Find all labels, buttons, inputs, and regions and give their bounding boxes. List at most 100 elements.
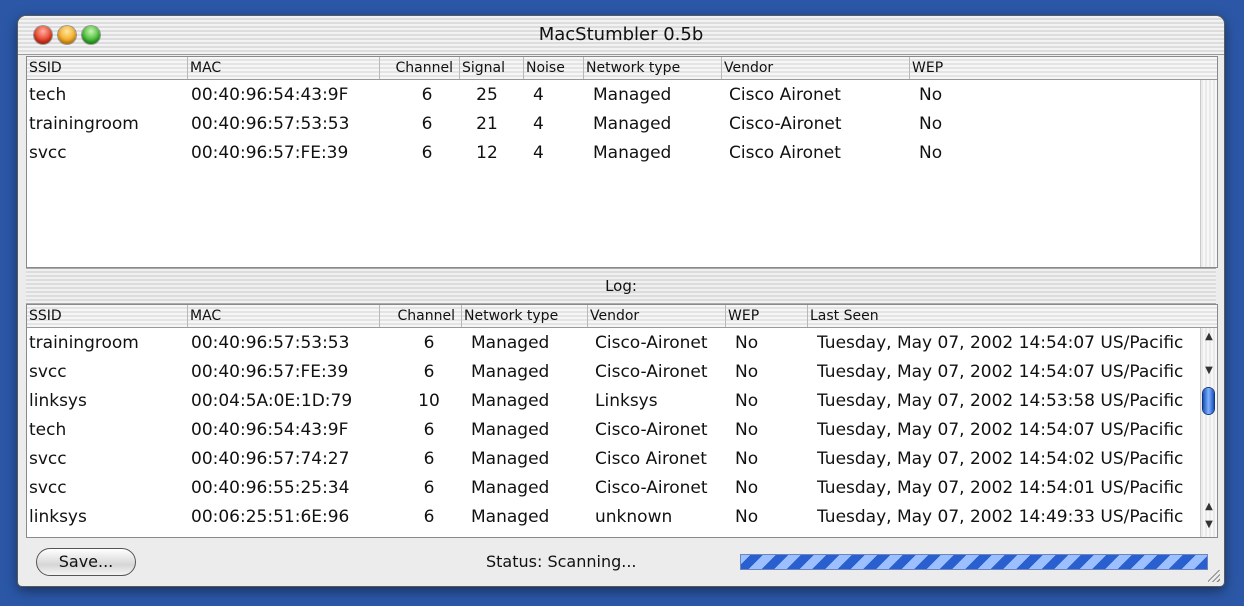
log-cell-network-type: Managed	[471, 391, 550, 411]
col-signal[interactable]: Signal	[459, 57, 524, 79]
status-text: Status: Scanning...	[486, 552, 637, 571]
log-cell-ssid: tech	[29, 420, 67, 440]
log-cell-channel: 6	[423, 362, 435, 382]
log-cell-last-seen: Tuesday, May 07, 2002 14:54:07 US/Pacifi…	[817, 362, 1184, 382]
network-cell-wep: No	[919, 143, 943, 163]
log-cell-last-seen: Tuesday, May 07, 2002 14:53:58 US/Pacifi…	[817, 391, 1184, 411]
log-cell-wep: No	[735, 420, 759, 440]
log-cell-vendor: Cisco Aironet	[595, 449, 707, 469]
log-cell-ssid: trainingroom	[29, 333, 139, 353]
network-row[interactable]: tech 00:40:96:54:43:9F 6 25 4 Managed Cisco Ai…	[27, 81, 1199, 110]
network-cell-channel: 6	[421, 85, 433, 105]
log-cell-wep: No	[735, 449, 759, 469]
log-row[interactable]: svcc 00:40:96:57:74:27 6 Managed Cisco Airon…	[27, 445, 1199, 474]
networks-table-header: SSID MAC Channel Signal Noise Network ty…	[27, 57, 1217, 80]
network-cell-network-type: Managed	[593, 85, 672, 105]
log-cell-ssid: svcc	[29, 362, 67, 382]
log-cell-vendor: Cisco-Aironet	[595, 362, 708, 382]
network-cell-mac: 00:40:96:57:FE:39	[191, 143, 349, 163]
log-cell-ssid: svcc	[29, 449, 67, 469]
log-cell-vendor: Cisco-Aironet	[595, 420, 708, 440]
network-cell-network-type: Managed	[593, 114, 672, 134]
network-cell-wep: No	[919, 114, 943, 134]
col-mac[interactable]: MAC	[187, 305, 380, 327]
log-cell-vendor: Linksys	[595, 391, 658, 411]
log-row[interactable]: trainingroom 00:40:96:57:53:53 6 Managed Cis…	[27, 329, 1199, 358]
network-cell-signal: 25	[476, 85, 498, 105]
log-cell-wep: No	[735, 333, 759, 353]
log-cell-network-type: Managed	[471, 478, 550, 498]
log-cell-mac: 00:40:96:57:74:27	[191, 449, 350, 469]
log-cell-vendor: Cisco-Aironet	[595, 478, 708, 498]
log-cell-vendor: Cisco-Aironet	[595, 333, 708, 353]
col-wep[interactable]: WEP	[725, 305, 808, 327]
col-ssid[interactable]: SSID	[27, 57, 187, 79]
window-title: MacStumbler 0.5b	[538, 24, 704, 45]
col-channel[interactable]: Channel	[379, 305, 459, 327]
log-label: Log:	[605, 277, 637, 295]
network-cell-noise: 4	[533, 114, 544, 134]
network-cell-vendor: Cisco-Aironet	[729, 114, 842, 134]
log-cell-channel: 6	[423, 507, 435, 527]
log-cell-last-seen: Tuesday, May 07, 2002 14:54:02 US/Pacifi…	[817, 449, 1184, 469]
log-row[interactable]: linksys 00:06:25:51:6E:96 6 Managed unknown N…	[27, 503, 1199, 532]
resize-grip-icon[interactable]	[1208, 570, 1220, 582]
log-scrollbar-thumb[interactable]	[1203, 388, 1214, 414]
log-cell-network-type: Managed	[471, 507, 550, 527]
log-cell-network-type: Managed	[471, 333, 550, 353]
network-cell-signal: 21	[476, 114, 498, 134]
col-noise[interactable]: Noise	[523, 57, 584, 79]
network-row[interactable]: trainingroom 00:40:96:57:53:53 6 21 4 Managed…	[27, 110, 1199, 139]
network-cell-ssid: trainingroom	[29, 114, 139, 134]
col-ssid[interactable]: SSID	[27, 305, 187, 327]
log-cell-last-seen: Tuesday, May 07, 2002 14:54:01 US/Pacifi…	[817, 478, 1184, 498]
log-cell-last-seen: Tuesday, May 07, 2002 14:54:07 US/Pacifi…	[817, 333, 1184, 353]
log-row[interactable]: tech 00:40:96:54:43:9F 6 Managed Cisco-Airon…	[27, 416, 1199, 445]
log-row[interactable]: svcc 00:40:96:55:25:34 6 Managed Cisco-Airon…	[27, 474, 1199, 503]
log-cell-mac: 00:40:96:57:53:53	[191, 333, 350, 353]
log-cell-mac: 00:40:96:57:FE:39	[191, 362, 349, 382]
scroll-up-arrow-icon[interactable]: ▲	[1201, 500, 1217, 514]
scroll-up-arrow-icon[interactable]: ▲	[1201, 330, 1217, 344]
save-button[interactable]: Save...	[36, 548, 136, 576]
log-cell-last-seen: Tuesday, May 07, 2002 14:49:33 US/Pacifi…	[817, 507, 1184, 527]
col-vendor[interactable]: Vendor	[721, 57, 910, 79]
col-network-type[interactable]: Network type	[583, 57, 722, 79]
network-cell-network-type: Managed	[593, 143, 672, 163]
scroll-down-arrow-icon[interactable]: ▼	[1201, 364, 1217, 378]
log-row[interactable]: svcc 00:40:96:57:FE:39 6 Managed Cisco-Airon…	[27, 358, 1199, 387]
log-cell-mac: 00:06:25:51:6E:96	[191, 507, 350, 527]
col-network-type[interactable]: Network type	[461, 305, 588, 327]
log-cell-ssid: linksys	[29, 507, 87, 527]
network-row[interactable]: svcc 00:40:96:57:FE:39 6 12 4 Managed Cisco Ai…	[27, 139, 1199, 168]
title-bar[interactable]: MacStumbler 0.5b	[18, 16, 1224, 55]
network-cell-mac: 00:40:96:54:43:9F	[191, 85, 349, 105]
network-cell-channel: 6	[421, 114, 433, 134]
col-vendor[interactable]: Vendor	[587, 305, 726, 327]
log-cell-wep: No	[735, 507, 759, 527]
log-table[interactable]: SSID MAC Channel Network type Vendor WEP…	[26, 304, 1218, 538]
col-channel[interactable]: Channel	[379, 57, 457, 79]
log-table-header: SSID MAC Channel Network type Vendor WEP…	[27, 305, 1217, 328]
scroll-down-arrow-icon[interactable]: ▼	[1201, 518, 1217, 532]
network-cell-wep: No	[919, 85, 943, 105]
log-scrollbar[interactable]: ▲ ▼ ▲ ▼	[1200, 328, 1217, 537]
network-cell-noise: 4	[533, 143, 544, 163]
log-cell-channel: 6	[423, 420, 435, 440]
col-last-seen[interactable]: Last Seen	[807, 305, 1210, 327]
network-cell-vendor: Cisco Aironet	[729, 85, 841, 105]
log-splitter[interactable]: Log:	[26, 268, 1216, 304]
log-row[interactable]: linksys 00:04:5A:0E:1D:79 10 Managed Linksys…	[27, 387, 1199, 416]
scan-progress-fill	[741, 555, 1207, 569]
log-cell-channel: 6	[423, 478, 435, 498]
log-cell-network-type: Managed	[471, 420, 550, 440]
network-cell-ssid: svcc	[29, 143, 67, 163]
networks-table[interactable]: SSID MAC Channel Signal Noise Network ty…	[26, 56, 1218, 268]
log-cell-vendor: unknown	[595, 507, 673, 527]
log-cell-network-type: Managed	[471, 449, 550, 469]
networks-scrollbar[interactable]	[1200, 80, 1217, 267]
log-cell-wep: No	[735, 362, 759, 382]
log-cell-ssid: linksys	[29, 391, 87, 411]
col-wep[interactable]: WEP	[909, 57, 1202, 79]
col-mac[interactable]: MAC	[187, 57, 380, 79]
